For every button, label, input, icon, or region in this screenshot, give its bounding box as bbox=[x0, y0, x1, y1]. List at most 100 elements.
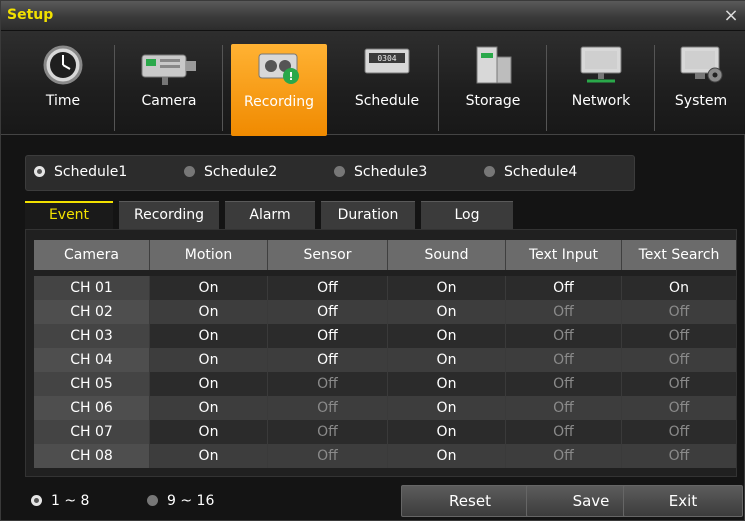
cell-text-input[interactable]: Off bbox=[506, 348, 622, 372]
cell-text-input[interactable]: Off bbox=[506, 300, 622, 324]
cell-text-input[interactable]: Off bbox=[506, 276, 622, 300]
storage-icon bbox=[469, 43, 517, 87]
radio-selected-icon bbox=[34, 166, 45, 177]
column-header-text-search: Text Search bbox=[622, 240, 736, 270]
camera-icon bbox=[141, 43, 196, 87]
tab-log[interactable]: Log bbox=[421, 201, 513, 229]
cell-text-search[interactable]: Off bbox=[622, 420, 736, 444]
radio-unselected-icon bbox=[184, 166, 195, 177]
radio-unselected-icon bbox=[147, 495, 158, 506]
table-row: CH 01 On Off On Off On bbox=[34, 276, 736, 300]
table-row: CH 06 On Off On Off Off bbox=[34, 396, 736, 420]
toolbar-divider bbox=[114, 45, 115, 131]
cell-sensor[interactable]: Off bbox=[268, 396, 388, 420]
cell-motion[interactable]: On bbox=[150, 420, 268, 444]
reset-button[interactable]: Reset bbox=[401, 485, 539, 517]
cell-sound[interactable]: On bbox=[388, 300, 506, 324]
range-9-16-radio[interactable]: 9 ~ 16 bbox=[147, 493, 214, 509]
event-table: Camera Motion Sensor Sound Text Input Te… bbox=[34, 240, 736, 468]
schedule4-label: Schedule4 bbox=[504, 164, 578, 180]
svg-text:!: ! bbox=[288, 70, 293, 83]
tab-recording[interactable]: Recording bbox=[119, 201, 219, 229]
cell-text-search[interactable]: Off bbox=[622, 324, 736, 348]
radio-unselected-icon bbox=[334, 166, 345, 177]
clock-icon bbox=[39, 43, 87, 87]
cell-text-search[interactable]: On bbox=[622, 276, 736, 300]
cell-sensor[interactable]: Off bbox=[268, 276, 388, 300]
cell-camera: CH 02 bbox=[34, 300, 150, 324]
range-9-16-label: 9 ~ 16 bbox=[167, 493, 215, 509]
cell-motion[interactable]: On bbox=[150, 372, 268, 396]
cell-text-search[interactable]: Off bbox=[622, 444, 736, 468]
cell-sensor[interactable]: Off bbox=[268, 444, 388, 468]
cell-motion[interactable]: On bbox=[150, 300, 268, 324]
tab-alarm[interactable]: Alarm bbox=[225, 201, 315, 229]
schedule-selector: Schedule1 Schedule2 Schedule3 Schedule4 bbox=[25, 155, 635, 191]
recorder-icon: ! bbox=[255, 44, 303, 88]
cell-text-input[interactable]: Off bbox=[506, 444, 622, 468]
column-header-sensor: Sensor bbox=[268, 240, 388, 270]
cell-motion[interactable]: On bbox=[150, 444, 268, 468]
toolbar-schedule-label: Schedule bbox=[354, 93, 420, 109]
close-icon[interactable]: × bbox=[720, 5, 742, 27]
toolbar-schedule-button[interactable]: 0304 Schedule bbox=[339, 43, 435, 131]
cell-sensor[interactable]: Off bbox=[268, 420, 388, 444]
cell-sensor[interactable]: Off bbox=[268, 348, 388, 372]
cell-sensor[interactable]: Off bbox=[268, 372, 388, 396]
range-1-8-radio[interactable]: 1 ~ 8 bbox=[31, 493, 89, 509]
table-row: CH 04 On Off On Off Off bbox=[34, 348, 736, 372]
event-table-panel: Camera Motion Sensor Sound Text Input Te… bbox=[25, 229, 737, 477]
tab-duration[interactable]: Duration bbox=[321, 201, 415, 229]
cell-text-input[interactable]: Off bbox=[506, 396, 622, 420]
toolbar-system-label: System bbox=[674, 93, 728, 109]
network-icon bbox=[577, 43, 625, 87]
window-title: Setup bbox=[7, 7, 54, 23]
schedule4-radio[interactable]: Schedule4 bbox=[484, 164, 577, 180]
toolbar-network-button[interactable]: Network bbox=[553, 43, 649, 131]
table-header-row: Camera Motion Sensor Sound Text Input Te… bbox=[34, 240, 736, 270]
cell-sound[interactable]: On bbox=[388, 444, 506, 468]
toolbar-recording-label: Recording bbox=[243, 94, 315, 110]
cell-motion[interactable]: On bbox=[150, 348, 268, 372]
exit-button[interactable]: Exit bbox=[623, 485, 743, 517]
cell-sound[interactable]: On bbox=[388, 420, 506, 444]
toolbar-storage-button[interactable]: Storage bbox=[445, 43, 541, 131]
cell-text-input[interactable]: Off bbox=[506, 420, 622, 444]
cell-camera: CH 01 bbox=[34, 276, 150, 300]
cell-text-input[interactable]: Off bbox=[506, 372, 622, 396]
schedule3-radio[interactable]: Schedule3 bbox=[334, 164, 427, 180]
schedule3-label: Schedule3 bbox=[354, 164, 428, 180]
tab-event[interactable]: Event bbox=[25, 201, 113, 229]
cell-text-search[interactable]: Off bbox=[622, 396, 736, 420]
column-header-sound: Sound bbox=[388, 240, 506, 270]
toolbar-camera-button[interactable]: Camera bbox=[121, 43, 217, 131]
cell-camera: CH 08 bbox=[34, 444, 150, 468]
radio-unselected-icon bbox=[484, 166, 495, 177]
toolbar-time-button[interactable]: Time bbox=[15, 43, 111, 131]
cell-text-search[interactable]: Off bbox=[622, 348, 736, 372]
cell-camera: CH 07 bbox=[34, 420, 150, 444]
cell-camera: CH 06 bbox=[34, 396, 150, 420]
cell-text-search[interactable]: Off bbox=[622, 300, 736, 324]
cell-motion[interactable]: On bbox=[150, 396, 268, 420]
cell-sensor[interactable]: Off bbox=[268, 324, 388, 348]
cell-sound[interactable]: On bbox=[388, 348, 506, 372]
schedule2-radio[interactable]: Schedule2 bbox=[184, 164, 277, 180]
cell-sound[interactable]: On bbox=[388, 324, 506, 348]
cell-text-search[interactable]: Off bbox=[622, 372, 736, 396]
toolbar-storage-label: Storage bbox=[465, 93, 521, 109]
cell-motion[interactable]: On bbox=[150, 276, 268, 300]
schedule1-radio[interactable]: Schedule1 bbox=[34, 164, 127, 180]
cell-sound[interactable]: On bbox=[388, 396, 506, 420]
toolbar-recording-button[interactable]: ! Recording bbox=[231, 44, 327, 136]
cell-sound[interactable]: On bbox=[388, 276, 506, 300]
toolbar-system-button[interactable]: System bbox=[653, 43, 745, 131]
system-icon bbox=[677, 43, 725, 87]
cell-sensor[interactable]: Off bbox=[268, 300, 388, 324]
table-row: CH 03 On Off On Off Off bbox=[34, 324, 736, 348]
cell-motion[interactable]: On bbox=[150, 324, 268, 348]
cell-sound[interactable]: On bbox=[388, 372, 506, 396]
cell-text-input[interactable]: Off bbox=[506, 324, 622, 348]
schedule2-label: Schedule2 bbox=[204, 164, 278, 180]
schedule1-label: Schedule1 bbox=[54, 164, 128, 180]
